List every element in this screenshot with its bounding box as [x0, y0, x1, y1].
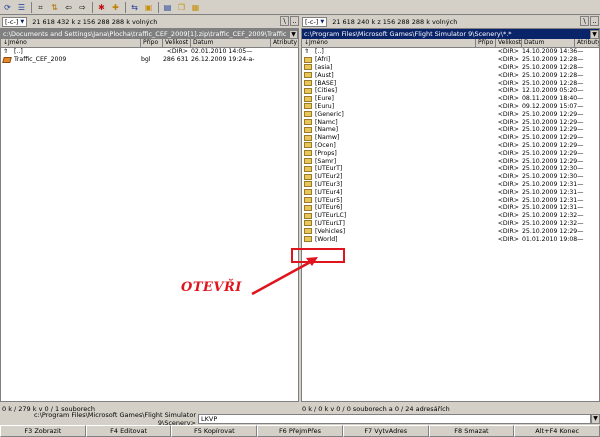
- annotation-text: OTEVŘI: [181, 280, 242, 295]
- highlight-box: [291, 248, 345, 263]
- annotation-overlay: [251, 248, 345, 296]
- arrow-line: [251, 258, 315, 296]
